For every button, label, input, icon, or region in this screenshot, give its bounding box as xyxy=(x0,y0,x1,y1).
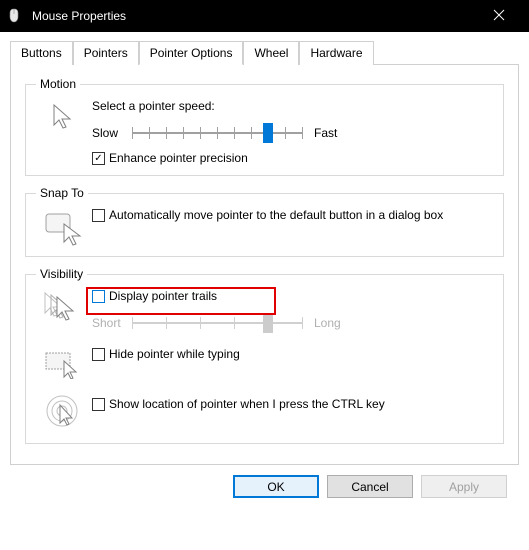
group-visibility: Visibility Display pointer trails xyxy=(25,267,504,444)
trails-slider xyxy=(132,311,302,335)
ok-button[interactable]: OK xyxy=(233,475,319,498)
legend-motion: Motion xyxy=(36,77,80,91)
tab-page: Motion Select a pointer speed: Slow xyxy=(10,65,519,465)
slow-label: Slow xyxy=(92,126,132,140)
tabs: Buttons Pointers Pointer Options Wheel H… xyxy=(10,40,519,65)
dialog-buttons: OK Cancel Apply xyxy=(10,465,519,498)
window-title: Mouse Properties xyxy=(32,9,477,23)
long-label: Long xyxy=(314,316,354,330)
hide-typing-icon xyxy=(36,347,92,379)
display-trails-label: Display pointer trails xyxy=(109,289,217,303)
display-trails-checkbox[interactable] xyxy=(92,290,105,303)
pointer-speed-label: Select a pointer speed: xyxy=(92,99,493,113)
enhance-precision-checkbox[interactable] xyxy=(92,152,105,165)
close-button[interactable] xyxy=(477,8,521,24)
tab-buttons[interactable]: Buttons xyxy=(10,41,73,65)
hide-typing-label: Hide pointer while typing xyxy=(109,347,240,361)
snapto-checkbox[interactable] xyxy=(92,209,105,222)
trails-icon xyxy=(36,289,92,325)
tab-hardware[interactable]: Hardware xyxy=(299,41,373,65)
snapto-label: Automatically move pointer to the defaul… xyxy=(109,208,443,222)
titlebar: Mouse Properties xyxy=(0,0,529,32)
ctrl-locate-label: Show location of pointer when I press th… xyxy=(109,397,385,411)
fast-label: Fast xyxy=(314,126,354,140)
tab-wheel[interactable]: Wheel xyxy=(243,41,299,65)
enhance-precision-label: Enhance pointer precision xyxy=(109,151,248,165)
legend-visibility: Visibility xyxy=(36,267,87,281)
tab-pointer-options[interactable]: Pointer Options xyxy=(139,41,244,65)
pointer-speed-slider[interactable] xyxy=(132,121,302,145)
group-motion: Motion Select a pointer speed: Slow xyxy=(25,77,504,176)
ctrl-locate-checkbox[interactable] xyxy=(92,398,105,411)
short-label: Short xyxy=(92,316,132,330)
snapto-icon xyxy=(36,208,92,246)
cancel-button[interactable]: Cancel xyxy=(327,475,413,498)
tab-pointers[interactable]: Pointers xyxy=(73,41,139,65)
pointer-speed-icon xyxy=(36,99,92,137)
group-snapto: Snap To Automatically move pointer to th… xyxy=(25,186,504,257)
hide-typing-checkbox[interactable] xyxy=(92,348,105,361)
mouse-icon xyxy=(8,7,24,26)
ctrl-locate-icon xyxy=(36,391,92,433)
legend-snapto: Snap To xyxy=(36,186,88,200)
apply-button: Apply xyxy=(421,475,507,498)
